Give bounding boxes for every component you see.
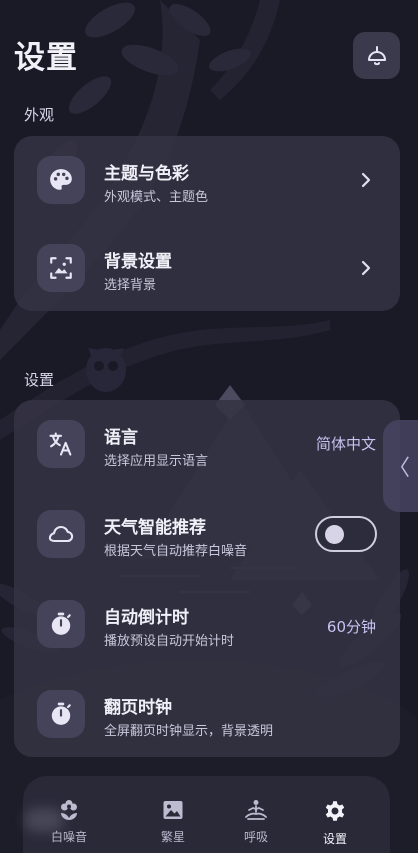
weather-recommend-title: 天气智能推荐 [104,518,206,538]
background-setting-row[interactable]: 背景设置 选择背景 [14,224,400,312]
chevron-left-icon: 〈 [387,456,410,481]
lamp-icon [367,45,386,65]
auto-countdown-value: 60分钟 [326,618,376,636]
tab-settings[interactable]: 设置 [289,776,381,853]
tab-stars[interactable]: 繁星 [127,776,219,853]
flip-clock-row[interactable]: 翻页时钟 全屏翻页时钟显示，背景透明 [14,670,400,758]
section-label-settings: 设置 [24,371,55,389]
stopwatch-icon [51,612,71,635]
gear-icon [325,801,345,821]
palette-icon [50,169,72,190]
weather-recommend-row[interactable]: 天气智能推荐 根据天气自动推荐白噪音 [14,490,400,578]
theme-color-title: 主题与色彩 [104,164,189,184]
settings-card: 语言 选择应用显示语言 简体中文 天气智能推荐 根据天气自动推荐白噪音 自动倒计… [14,400,400,757]
weather-recommend-subtitle: 根据天气自动推荐白噪音 [104,544,248,559]
stopwatch-icon-box [37,690,85,738]
background-setting-title: 背景设置 [104,252,172,272]
bottom-tab-bar: 白噪音 繁星 呼吸 设置 [23,776,390,853]
translate-icon [49,432,72,456]
chevron-right-icon [361,172,371,188]
blurred-overlay [24,808,64,832]
tab-label: 繁星 [160,830,185,844]
translate-icon-box [37,420,85,468]
auto-countdown-row[interactable]: 自动倒计时 播放预设自动开始计时 60分钟 [14,580,400,668]
tab-label: 呼吸 [243,830,268,844]
auto-countdown-subtitle: 播放预设自动开始计时 [104,634,235,649]
toggle-knob [325,525,344,544]
side-drawer-handle[interactable]: 〈 [383,420,418,512]
cloud-icon [48,525,74,543]
language-subtitle: 选择应用显示语言 [104,454,209,469]
tab-label: 设置 [322,832,347,846]
stopwatch-icon-box [37,600,85,648]
cloud-icon-box [37,510,85,558]
background-setting-subtitle: 选择背景 [104,278,157,293]
section-label-appearance: 外观 [24,106,55,124]
theme-color-subtitle: 外观模式、主题色 [104,190,209,205]
language-value: 简体中文 [315,435,376,453]
auto-countdown-title: 自动倒计时 [104,608,189,628]
image-frame-icon-box [37,244,85,292]
image-frame-icon [50,257,72,279]
chevron-right-icon [361,260,371,276]
appearance-card: 主题与色彩 外观模式、主题色 背景设置 选择背景 [14,136,400,311]
language-row[interactable]: 语言 选择应用显示语言 简体中文 [14,400,400,488]
weather-recommend-toggle[interactable] [315,516,377,552]
language-title: 语言 [104,428,138,448]
flip-clock-title: 翻页时钟 [104,698,172,718]
meditation-icon [245,800,267,820]
page-title: 设置 [14,40,78,76]
theme-color-row[interactable]: 主题与色彩 外观模式、主题色 [14,136,400,224]
landscape-image-icon [163,801,183,819]
flip-clock-subtitle: 全屏翻页时钟显示，背景透明 [104,724,274,739]
palette-icon-box [37,156,85,204]
stopwatch-icon [51,702,71,725]
lamp-button[interactable] [353,32,400,79]
